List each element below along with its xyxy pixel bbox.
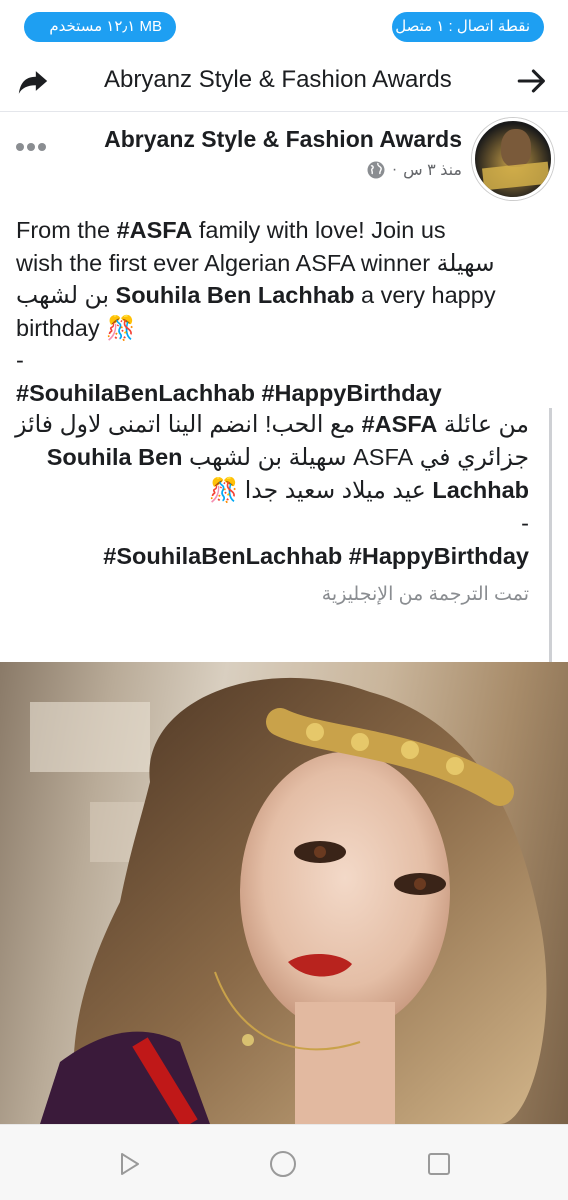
post-hashtags[interactable]: #SouhilaBenLachhab #HappyBirthday xyxy=(16,377,556,410)
share-icon[interactable] xyxy=(16,64,50,98)
page-title: Abryanz Style & Fashion Awards xyxy=(104,66,452,93)
globe-icon xyxy=(367,161,385,179)
post-text: From the #ASFA family with love! Join us… xyxy=(16,214,556,409)
translation-hashtags[interactable]: #SouhilaBenLachhab #HappyBirthday xyxy=(16,540,529,573)
meta-separator: · xyxy=(391,161,398,178)
arrow-right-icon[interactable] xyxy=(514,64,550,98)
data-usage-pill: MB ١٢٫١ مستخدم xyxy=(24,12,176,42)
mention-souhila[interactable]: Souhila Ben Lachhab xyxy=(116,282,355,308)
post-line-4: birthday 🎊 xyxy=(16,314,136,341)
post-line-5: - xyxy=(16,347,24,373)
post-line-2: wish the first ever Algerian ASFA winner… xyxy=(16,249,495,276)
post-header: Abryanz Style & Fashion Awards منذ ٣ س · xyxy=(0,114,568,200)
system-nav-bar xyxy=(0,1124,568,1200)
triangle-back-icon[interactable] xyxy=(114,1149,144,1179)
page-name[interactable]: Abryanz Style & Fashion Awards xyxy=(104,126,462,153)
translation-note[interactable]: تمت الترجمة من الإنجليزية xyxy=(16,583,529,606)
hotspot-pill[interactable]: نقطة اتصال : ١ متصل xyxy=(392,12,544,42)
translation-line-2: جزائري في ASFA سهيلة بن لشهب Souhila Ben xyxy=(46,444,529,470)
portrait-illustration xyxy=(30,677,547,1124)
app-bar: Abryanz Style & Fashion Awards xyxy=(0,50,568,112)
translation-line-3: Lachhab عيد ميلاد سعيد جدا 🎊 xyxy=(208,477,529,503)
translation-line-4: - xyxy=(521,510,529,536)
post-meta: منذ ٣ س · xyxy=(366,160,462,180)
confetti-emoji: 🎊 xyxy=(106,314,136,341)
circle-home-icon[interactable] xyxy=(268,1149,298,1179)
page-avatar[interactable] xyxy=(472,118,554,200)
post-line-1: From the #ASFA family with love! Join us xyxy=(16,217,446,243)
post-line-3: بن لشهب Souhila Ben Lachhab a very happy xyxy=(16,282,496,308)
status-bar: MB ١٢٫١ مستخدم نقطة اتصال : ١ متصل xyxy=(0,0,568,48)
translation-block: من عائلة ASFA# مع الحب! انضم الينا اتمنى… xyxy=(15,408,552,662)
post-time: منذ ٣ س xyxy=(403,162,462,179)
translation-line-1: من عائلة ASFA# مع الحب! انضم الينا اتمنى… xyxy=(15,411,529,437)
square-recents-icon[interactable] xyxy=(424,1149,454,1179)
post-photo[interactable] xyxy=(0,662,568,1124)
hashtag-asfa[interactable]: #ASFA xyxy=(117,217,193,243)
more-options-icon[interactable] xyxy=(16,138,52,151)
